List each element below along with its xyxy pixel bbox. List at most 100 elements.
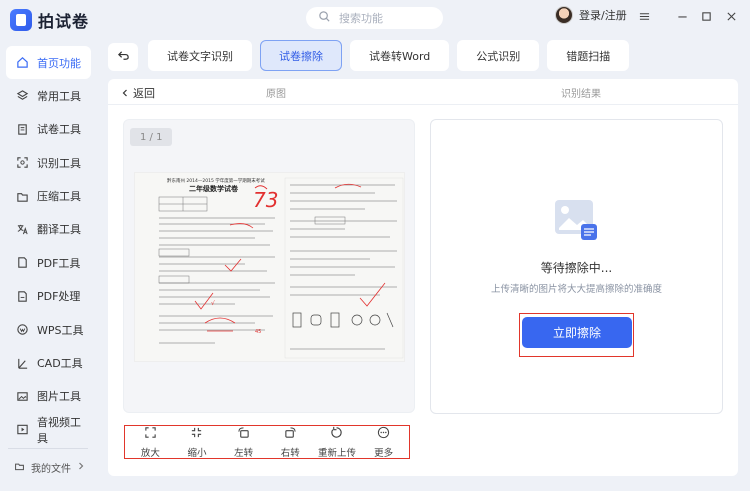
sidebar-item-label: 翻译工具	[37, 223, 81, 237]
menu-icon[interactable]	[637, 9, 651, 23]
page-indicator: 1 / 1	[130, 128, 173, 146]
layers-icon	[16, 89, 29, 102]
tab-formula-recognition[interactable]: 公式识别	[457, 40, 540, 71]
sidebar-item-label: CAD工具	[37, 357, 83, 371]
search-input[interactable]: 搜索功能	[306, 7, 443, 29]
sidebar-item-pdf-tools[interactable]: PDF工具	[6, 246, 91, 279]
tool-label: 更多	[374, 447, 394, 459]
rotate-right-button[interactable]: 右转	[270, 426, 310, 459]
sidebar-item-wps-tools[interactable]: WPS工具	[6, 313, 91, 346]
exam-header-line: 黔东南州 2014—2015 学年度第一学期期末考试	[167, 177, 265, 184]
media-icon	[16, 423, 29, 436]
sidebar-item-label: 压缩工具	[37, 190, 81, 204]
search-icon	[318, 10, 331, 26]
my-files-link[interactable]: 我的文件	[14, 460, 85, 475]
image-toolbar: 放大 缩小 左转 右转 重新上传 更多	[124, 425, 410, 459]
erase-now-button[interactable]: 立即擦除	[522, 317, 632, 348]
undo-button[interactable]	[108, 43, 138, 71]
sidebar-item-common-tools[interactable]: 常用工具	[6, 79, 91, 112]
more-icon	[377, 426, 390, 442]
tab-exam-text-recognition[interactable]: 试卷文字识别	[148, 40, 252, 71]
sidebar: 拍试卷 首页功能 常用工具 试卷工具 识别工具 压缩工具 翻译工具 PDF工具 …	[0, 0, 97, 491]
tool-label: 重新上传	[317, 447, 356, 459]
minimize-icon[interactable]	[675, 9, 689, 23]
folder-icon	[14, 461, 25, 475]
main-panel: 返回 原图 识别结果 1 / 1 黔东南州 2014—2015 学年度第一学期期…	[108, 79, 738, 476]
sidebar-item-label: 首页功能	[37, 56, 81, 70]
sidebar-item-label: 试卷工具	[37, 123, 81, 137]
waiting-status: 等待擦除中...	[540, 261, 613, 275]
original-image-area: 1 / 1 黔东南州 2014—2015 学年度第一学期期末考试 二年级数学试卷…	[123, 119, 415, 413]
undo-icon	[117, 49, 130, 65]
panel-header: 返回 原图 识别结果	[108, 79, 738, 105]
sidebar-item-label: PDF工具	[37, 256, 81, 270]
exam-title: 二年级数学试卷	[189, 184, 239, 193]
wps-icon	[16, 323, 29, 336]
sidebar-item-label: PDF处理	[37, 290, 81, 304]
sidebar-item-image-tools[interactable]: 图片工具	[6, 380, 91, 413]
rotate-left-icon	[237, 426, 250, 442]
exam-score: 73	[253, 188, 278, 212]
tool-label: 右转	[280, 447, 300, 459]
scan-icon	[16, 156, 29, 169]
tab-exam-erase[interactable]: 试卷擦除	[260, 40, 342, 71]
app-logo: 拍试卷	[10, 7, 89, 33]
home-icon	[16, 56, 29, 69]
sidebar-item-recognition-tools[interactable]: 识别工具	[6, 146, 91, 179]
sidebar-item-cad-tools[interactable]: CAD工具	[6, 347, 91, 380]
sidebar-item-label: 音视频工具	[37, 415, 81, 445]
sidebar-item-home[interactable]: 首页功能	[6, 46, 91, 79]
rotate-right-icon	[284, 426, 297, 442]
sidebar-nav: 首页功能 常用工具 试卷工具 识别工具 压缩工具 翻译工具 PDF工具 PDF处…	[6, 46, 91, 447]
expand-icon	[144, 426, 157, 442]
logo-icon	[10, 9, 32, 31]
tool-label: 缩小	[187, 447, 207, 459]
image-icon	[16, 390, 29, 403]
chevron-left-icon	[121, 87, 129, 100]
sidebar-item-label: 识别工具	[37, 156, 81, 170]
tool-label: 放大	[140, 447, 160, 459]
cad-icon	[16, 357, 29, 370]
sidebar-item-pdf-process[interactable]: PDF处理	[6, 280, 91, 313]
zoom-in-button[interactable]: 放大	[130, 426, 170, 459]
maximize-icon[interactable]	[699, 9, 713, 23]
sidebar-item-label: 常用工具	[37, 89, 81, 103]
tab-wrong-question-scan[interactable]: 错题扫描	[547, 40, 630, 71]
back-link[interactable]: 返回	[121, 85, 155, 101]
app-name: 拍试卷	[38, 12, 90, 31]
sidebar-item-label: 图片工具	[37, 390, 81, 404]
search-placeholder: 搜索功能	[339, 12, 383, 25]
sidebar-item-exam-tools[interactable]: 试卷工具	[6, 113, 91, 146]
my-files-label: 我的文件	[31, 464, 71, 475]
sidebar-divider	[8, 448, 88, 449]
feature-tabs: 试卷文字识别 试卷擦除 试卷转Word 公式识别 错题扫描	[148, 40, 630, 72]
tool-label: 左转	[234, 447, 254, 459]
reupload-icon	[330, 426, 343, 442]
login-button[interactable]: 登录/注册	[555, 6, 627, 24]
sidebar-item-label: WPS工具	[37, 323, 84, 337]
sidebar-item-media-tools[interactable]: 音视频工具	[6, 413, 91, 446]
document-icon	[16, 123, 29, 136]
pdf-process-icon	[16, 290, 29, 303]
original-label: 原图	[266, 89, 286, 100]
translate-icon	[16, 223, 29, 236]
result-area: 等待擦除中... 上传清晰的图片将大大提高擦除的准确度 立即擦除	[430, 119, 723, 414]
result-label: 识别结果	[561, 89, 601, 100]
compress-icon	[16, 190, 29, 203]
upload-hint: 上传清晰的图片将大大提高擦除的准确度	[490, 284, 662, 295]
more-button[interactable]: 更多	[364, 426, 404, 459]
reupload-button[interactable]: 重新上传	[317, 426, 357, 459]
login-label: 登录/注册	[579, 9, 627, 22]
sidebar-item-compress-tools[interactable]: 压缩工具	[6, 180, 91, 213]
image-placeholder-icon	[553, 198, 599, 242]
shrink-icon	[190, 426, 203, 442]
zoom-out-button[interactable]: 缩小	[177, 426, 217, 459]
rotate-left-button[interactable]: 左转	[224, 426, 264, 459]
tab-exam-to-word[interactable]: 试卷转Word	[350, 40, 450, 71]
sidebar-item-translate-tools[interactable]: 翻译工具	[6, 213, 91, 246]
avatar	[555, 6, 573, 24]
close-icon[interactable]	[724, 9, 738, 23]
back-label: 返回	[133, 87, 155, 100]
chevron-right-icon	[77, 462, 85, 473]
pdf-icon	[16, 256, 29, 269]
